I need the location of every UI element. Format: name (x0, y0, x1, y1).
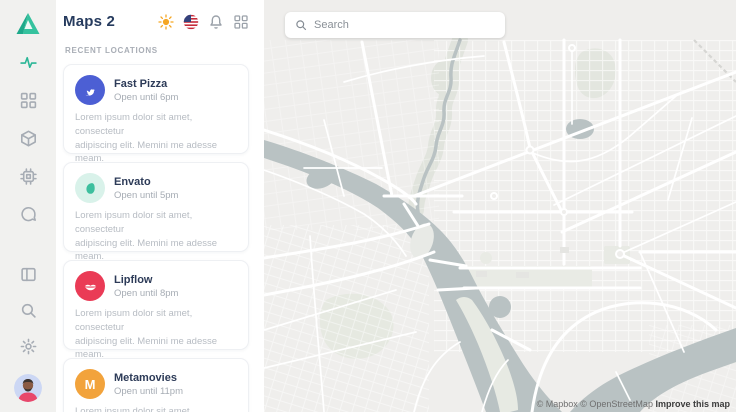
recent-locations-list: Fast Pizza Open until 6pm Lorem ipsum do… (63, 64, 249, 412)
language-us-flag-icon[interactable] (183, 14, 199, 30)
letter-icon: M (75, 369, 105, 399)
user-avatar[interactable] (14, 374, 42, 402)
map-artwork (264, 0, 736, 412)
location-card[interactable]: Fast Pizza Open until 6pm Lorem ipsum do… (63, 64, 249, 154)
improve-map-link[interactable]: Improve this map (655, 399, 730, 409)
grid-icon[interactable] (20, 92, 37, 109)
location-hours: Open until 6pm (114, 92, 178, 103)
activity-icon[interactable] (20, 54, 37, 71)
search-icon[interactable] (20, 302, 37, 319)
leaf-icon (75, 173, 105, 203)
sidebar (0, 0, 56, 412)
locations-panel: Maps 2 RECENT LOCATIONS Fa (56, 0, 264, 412)
page-title: Maps 2 (63, 13, 115, 30)
attribution-text: © Mapbox © OpenStreetMap (537, 399, 653, 409)
theme-sun-icon[interactable] (158, 14, 174, 30)
recent-locations-label: RECENT LOCATIONS (65, 46, 249, 55)
location-hours: Open until 11pm (114, 386, 183, 397)
lips-icon (75, 271, 105, 301)
location-name: Lipflow (114, 273, 178, 287)
location-name: Metamovies (114, 371, 183, 385)
map-attribution: © Mapbox © OpenStreetMap Improve this ma… (537, 399, 730, 409)
chat-bubble-icon[interactable] (20, 206, 37, 223)
location-card[interactable]: M Metamovies Open until 11pm Lorem ipsum… (63, 358, 249, 412)
map-canvas[interactable]: © Mapbox © OpenStreetMap Improve this ma… (264, 0, 736, 412)
location-card[interactable]: Lipflow Open until 8pm Lorem ipsum dolor… (63, 260, 249, 350)
bird-icon (75, 75, 105, 105)
settings-gear-icon[interactable] (20, 338, 37, 355)
layout-sidebar-icon[interactable] (20, 266, 37, 283)
map-search-input[interactable] (314, 19, 495, 31)
envato-logo-icon[interactable] (15, 12, 41, 36)
location-name: Fast Pizza (114, 77, 178, 91)
location-card[interactable]: Envato Open until 5pm Lorem ipsum dolor … (63, 162, 249, 252)
maps-app: Maps 2 RECENT LOCATIONS Fa (0, 0, 736, 412)
search-icon (295, 19, 307, 31)
location-name: Envato (114, 175, 178, 189)
notifications-bell-icon[interactable] (208, 14, 224, 30)
location-description: Lorem ipsum dolor sit amet, consectetura… (75, 405, 237, 412)
location-description: Lorem ipsum dolor sit amet, consectetura… (75, 111, 237, 166)
map-search (285, 12, 505, 38)
cpu-icon[interactable] (20, 168, 37, 185)
location-hours: Open until 8pm (114, 288, 178, 299)
location-hours: Open until 5pm (114, 190, 178, 201)
apps-grid-icon[interactable] (233, 14, 249, 30)
location-description: Lorem ipsum dolor sit amet, consectetura… (75, 307, 237, 362)
location-description: Lorem ipsum dolor sit amet, consectetura… (75, 209, 237, 264)
package-box-icon[interactable] (20, 130, 37, 147)
